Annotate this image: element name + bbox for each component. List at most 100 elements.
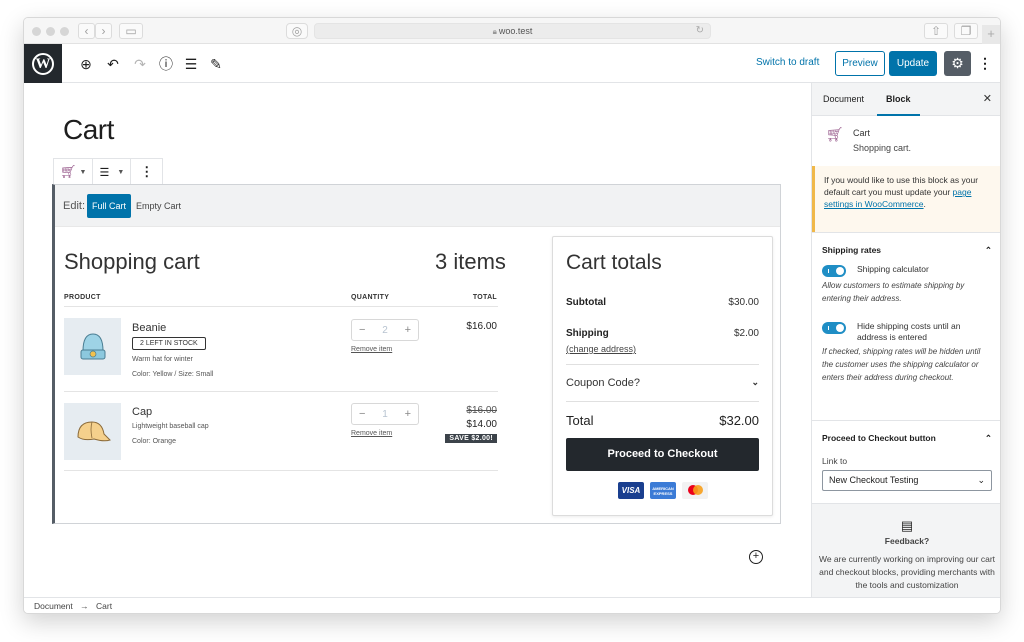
checkout-panel-toggle[interactable]: Proceed to Checkout button ⌃ (812, 421, 1000, 456)
total-value: $32.00 (719, 413, 759, 428)
block-name: Cart (853, 128, 871, 138)
alignment-dropdown[interactable]: ☰ ▼ (93, 159, 132, 185)
quantity-stepper[interactable]: − 1 + (351, 403, 419, 425)
back-button[interactable]: ‹ (78, 23, 95, 39)
payment-methods: VISA AMERICAN EXPRESS (618, 482, 708, 499)
toggle-label: Hide shipping costs until an address is … (857, 321, 961, 343)
link-to-label: Link to (822, 456, 848, 466)
block-breadcrumb: Document → Cart (24, 597, 1000, 613)
visa-icon: VISA (618, 482, 644, 499)
plus-icon[interactable]: + (405, 324, 411, 336)
window-close-dot[interactable] (32, 27, 41, 36)
product-variation: Color: Yellow / Size: Small (132, 371, 214, 378)
wordpress-icon: W (32, 52, 54, 75)
coupon-toggle[interactable]: Coupon Code? ⌄ (566, 377, 759, 389)
tabs-icon: ❐ (960, 24, 972, 38)
chevron-up-icon: ⌃ (984, 433, 992, 443)
info-button[interactable]: ⓘ (156, 54, 176, 74)
shipping-calculator-toggle[interactable] (822, 265, 846, 277)
reload-icon[interactable]: ↻ (696, 24, 704, 38)
tab-block[interactable]: Block (877, 83, 920, 116)
shipping-calculator-row: Shipping calculator (812, 264, 1000, 277)
feedback-text: We are currently working on improving ou… (818, 554, 996, 590)
remove-item-link[interactable]: Remove item (351, 430, 392, 437)
page-title[interactable]: Cart (63, 114, 114, 146)
help-text: Allow customers to estimate shipping by … (822, 281, 965, 303)
more-options-button[interactable]: ⋮ (978, 53, 992, 73)
settings-sidebar: Document Block ✕ 🛒︎ Cart Shopping cart. … (811, 83, 1000, 597)
outline-button[interactable]: ☰ (181, 54, 201, 74)
gear-icon: ⚙ (951, 55, 964, 71)
empty-cart-tab[interactable]: Empty Cart (131, 194, 186, 218)
add-block-button[interactable]: ⊕ (76, 54, 96, 74)
undo-icon: ↶ (107, 56, 119, 72)
info-icon: ⓘ (159, 56, 173, 72)
close-sidebar-button[interactable]: ✕ (983, 83, 992, 116)
redo-icon: ↷ (134, 56, 146, 72)
share-icon: ⇧ (930, 24, 942, 38)
browser-chrome: ‹ › ▭ ◎ 🔒︎ woo.test ↻ ⇧ ❐ + (24, 18, 1000, 44)
quantity-stepper[interactable]: − 2 + (351, 319, 419, 341)
vertical-ellipsis-icon: ⋮ (978, 55, 992, 71)
hide-shipping-costs-toggle[interactable] (822, 322, 846, 335)
close-icon: ✕ (982, 93, 992, 105)
link-to-select[interactable]: New Checkout Testing ⌄ (822, 470, 992, 491)
quantity-value[interactable]: 2 (382, 325, 388, 336)
share-button[interactable]: ⇧ (924, 23, 948, 39)
add-block-inline-button[interactable]: + (749, 550, 763, 564)
product-image-beanie[interactable] (64, 318, 121, 375)
quantity-value[interactable]: 1 (382, 409, 388, 420)
browser-window: ‹ › ▭ ◎ 🔒︎ woo.test ↻ ⇧ ❐ + W ⊕ ↶ ↷ ⓘ ☰ ✎… (23, 17, 1001, 614)
tabs-button[interactable]: ❐ (954, 23, 978, 39)
shipping-row: Shipping $2.00 (566, 328, 759, 339)
remove-item-link[interactable]: Remove item (351, 346, 392, 353)
privacy-button[interactable]: ◎ (286, 23, 308, 39)
sidebar-toggle-button[interactable]: ▭ (119, 23, 143, 39)
change-address-link[interactable]: (change address) (566, 344, 636, 354)
breadcrumb-cart[interactable]: Cart (96, 601, 112, 611)
preview-button[interactable]: Preview (835, 51, 885, 76)
settings-button[interactable]: ⚙ (944, 51, 971, 76)
divider (64, 470, 498, 471)
full-cart-tab[interactable]: Full Cart (87, 193, 132, 218)
switch-to-draft-button[interactable]: Switch to draft (756, 57, 819, 68)
chevron-left-icon: ‹ (84, 24, 89, 38)
product-name[interactable]: Cap (132, 406, 152, 418)
beanie-icon (80, 332, 105, 359)
tab-document[interactable]: Document (823, 83, 864, 116)
breadcrumb-document[interactable]: Document (34, 601, 73, 611)
product-image-cap[interactable] (64, 403, 121, 460)
shipping-rates-toggle[interactable]: Shipping rates ⌃ (812, 233, 1000, 264)
forward-button[interactable]: › (95, 23, 112, 39)
tools-button[interactable]: ✎ (206, 54, 226, 74)
plus-icon[interactable]: + (405, 408, 411, 420)
window-minimize-dot[interactable] (46, 27, 55, 36)
new-tab-button[interactable]: + (982, 25, 1000, 44)
redo-button[interactable]: ↷ (130, 54, 150, 74)
amex-icon: AMERICAN EXPRESS (650, 482, 676, 499)
block-more-options[interactable]: ⋮ (131, 159, 162, 185)
minus-icon[interactable]: − (359, 408, 365, 420)
pencil-icon: ✎ (210, 56, 222, 72)
proceed-to-checkout-button[interactable]: Proceed to Checkout (566, 438, 759, 471)
wordpress-logo[interactable]: W (24, 44, 62, 83)
vertical-ellipsis-icon: ⋮ (140, 164, 154, 179)
cart-icon: 🛒︎ (826, 126, 844, 142)
item-total: $16.00 (466, 321, 497, 332)
column-header-quantity: QUANTITY (351, 294, 390, 301)
divider (64, 391, 498, 392)
cart-block[interactable]: Edit: Full Cart Empty Cart Shopping cart… (52, 184, 781, 524)
address-bar[interactable]: 🔒︎ woo.test ↻ (314, 23, 711, 39)
comment-icon: ▤ (900, 518, 914, 533)
editor-canvas: Cart 🛒︎ ▼ ☰ ▼ ⋮ Edit: Full Cart Empty Cart… (24, 83, 811, 597)
minus-icon[interactable]: − (359, 324, 365, 336)
total-label: Total (566, 413, 594, 428)
shipping-rates-panel: Shipping rates ⌃ Shipping calculator All… (812, 232, 1000, 420)
update-button[interactable]: Update (889, 51, 937, 76)
shopping-cart-title: Shopping cart (64, 249, 200, 274)
cart-totals-title: Cart totals (566, 251, 662, 274)
block-type-switcher[interactable]: 🛒︎ ▼ (54, 159, 94, 185)
window-zoom-dot[interactable] (60, 27, 69, 36)
product-name[interactable]: Beanie (132, 322, 166, 334)
undo-button[interactable]: ↶ (103, 54, 123, 74)
